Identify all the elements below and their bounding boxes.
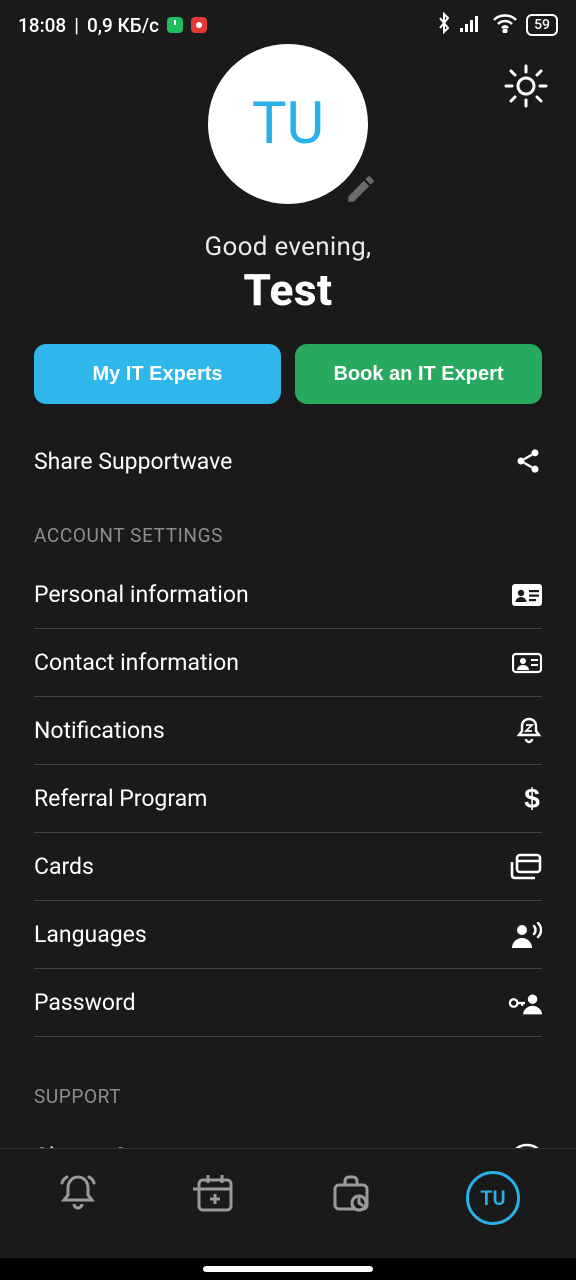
bluetooth-icon [436,12,452,39]
status-net-speed: 0,9 КБ/с [87,14,159,37]
share-icon [508,444,542,478]
bell-snooze-icon [508,714,542,748]
contact-card-icon [508,646,542,680]
bottom-nav: TU [0,1148,576,1258]
chat-bubble-icon [508,1139,542,1148]
avatar-container[interactable]: TU [208,44,368,204]
home-indicator [203,1266,373,1272]
theme-toggle-button[interactable] [504,64,548,112]
shield-icon [167,17,183,33]
row-label: Cards [34,853,94,880]
key-person-icon [508,986,542,1020]
nav-profile-button[interactable]: TU [466,1171,520,1225]
status-separator: | [74,14,79,37]
row-label: Personal information [34,581,249,608]
chat-support-row[interactable]: Chat to Supportwave support [34,1122,542,1148]
battery-percent: 59 [534,17,550,33]
pencil-icon[interactable] [344,172,378,210]
section-header-support: SUPPORT [34,1085,542,1108]
nav-jobs-button[interactable] [329,1171,373,1219]
dollar-icon: $ [508,782,542,816]
row-label: Referral Program [34,785,207,812]
credit-card-icon [508,850,542,884]
password-row[interactable]: Password [34,969,542,1037]
cards-row[interactable]: Cards [34,833,542,901]
row-label: Notifications [34,717,165,744]
user-name: Test [243,264,332,316]
row-label: Password [34,989,136,1016]
personal-information-row[interactable]: Personal information [34,561,542,629]
battery-icon: 59 [526,14,558,36]
section-header-account: ACCOUNT SETTINGS [34,524,542,547]
status-bar: 18:08 | 0,9 КБ/с 59 [0,0,576,44]
greeting-text: Good evening, [205,232,372,262]
record-icon [191,17,207,33]
referral-program-row[interactable]: Referral Program $ [34,765,542,833]
share-label: Share Supportwave [34,448,232,475]
cell-signal-icon [460,14,484,37]
row-label: Chat to Supportwave support [34,1143,333,1149]
notifications-row[interactable]: Notifications [34,697,542,765]
nav-avatar-initials: TU [480,1186,505,1210]
status-time: 18:08 [18,14,66,37]
nav-alerts-button[interactable] [56,1171,100,1219]
id-card-icon [508,578,542,612]
share-supportwave-row[interactable]: Share Supportwave [34,444,542,478]
nav-calendar-button[interactable] [193,1171,237,1219]
speaking-person-icon [508,918,542,952]
languages-row[interactable]: Languages [34,901,542,969]
contact-information-row[interactable]: Contact information [34,629,542,697]
home-indicator-area [0,1258,576,1280]
svg-text:$: $ [524,784,540,814]
my-it-experts-button[interactable]: My IT Experts [34,344,281,404]
wifi-icon [492,13,518,38]
avatar-initials: TU [252,90,324,158]
book-it-expert-button[interactable]: Book an IT Expert [295,344,542,404]
row-label: Contact information [34,649,239,676]
row-label: Languages [34,921,147,948]
